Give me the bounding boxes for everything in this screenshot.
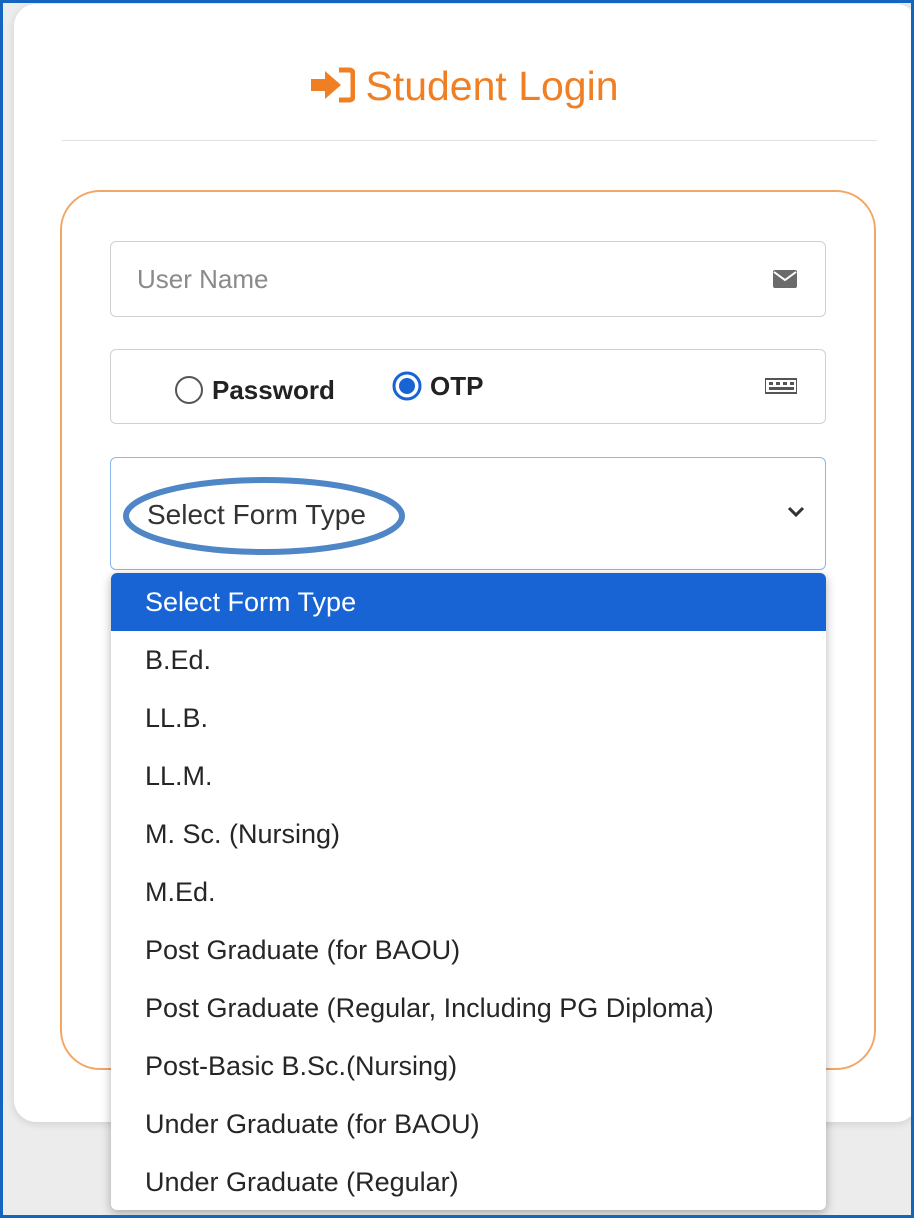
form-type-select[interactable]: Select Form Type xyxy=(110,457,826,570)
login-header: Student Login xyxy=(14,56,914,116)
sign-in-arrow-icon xyxy=(311,67,356,103)
form-type-selected-value: Select Form Type xyxy=(147,499,366,530)
envelope-icon xyxy=(773,270,797,288)
dropdown-option-select-form-type[interactable]: Select Form Type xyxy=(111,573,826,631)
password-radio-label: Password xyxy=(212,374,335,405)
password-radio[interactable]: Password xyxy=(174,372,335,408)
chevron-down-icon xyxy=(787,506,805,518)
otp-radio-label: OTP xyxy=(430,370,484,401)
dropdown-option-pg-regular[interactable]: Post Graduate (Regular, Including PG Dip… xyxy=(111,979,826,1037)
otp-radio[interactable]: OTP xyxy=(392,368,483,404)
dropdown-option-llm[interactable]: LL.M. xyxy=(111,747,826,805)
keypad-icon xyxy=(765,378,797,394)
page-title: Student Login xyxy=(365,63,619,109)
radio-checked-icon xyxy=(392,371,422,401)
dropdown-option-pg-baou[interactable]: Post Graduate (for BAOU) xyxy=(111,921,826,979)
dropdown-option-med[interactable]: M.Ed. xyxy=(111,863,826,921)
dropdown-option-ug-baou[interactable]: Under Graduate (for BAOU) xyxy=(111,1095,826,1153)
username-placeholder: User Name xyxy=(137,264,269,294)
dropdown-option-bed[interactable]: B.Ed. xyxy=(111,631,826,689)
dropdown-option-llb[interactable]: LL.B. xyxy=(111,689,826,747)
username-field[interactable]: User Name xyxy=(110,241,826,317)
auth-method-field: Password OTP xyxy=(110,349,826,424)
dropdown-option-msc-nursing[interactable]: M. Sc. (Nursing) xyxy=(111,805,826,863)
form-type-dropdown-list: Select Form Type B.Ed. LL.B. LL.M. M. Sc… xyxy=(111,573,826,1210)
dropdown-option-post-basic-bsc-nursing[interactable]: Post-Basic B.Sc.(Nursing) xyxy=(111,1037,826,1095)
dropdown-option-ug-regular[interactable]: Under Graduate (Regular) xyxy=(111,1153,826,1210)
radio-unchecked-icon xyxy=(175,376,203,404)
header-divider xyxy=(62,140,877,141)
